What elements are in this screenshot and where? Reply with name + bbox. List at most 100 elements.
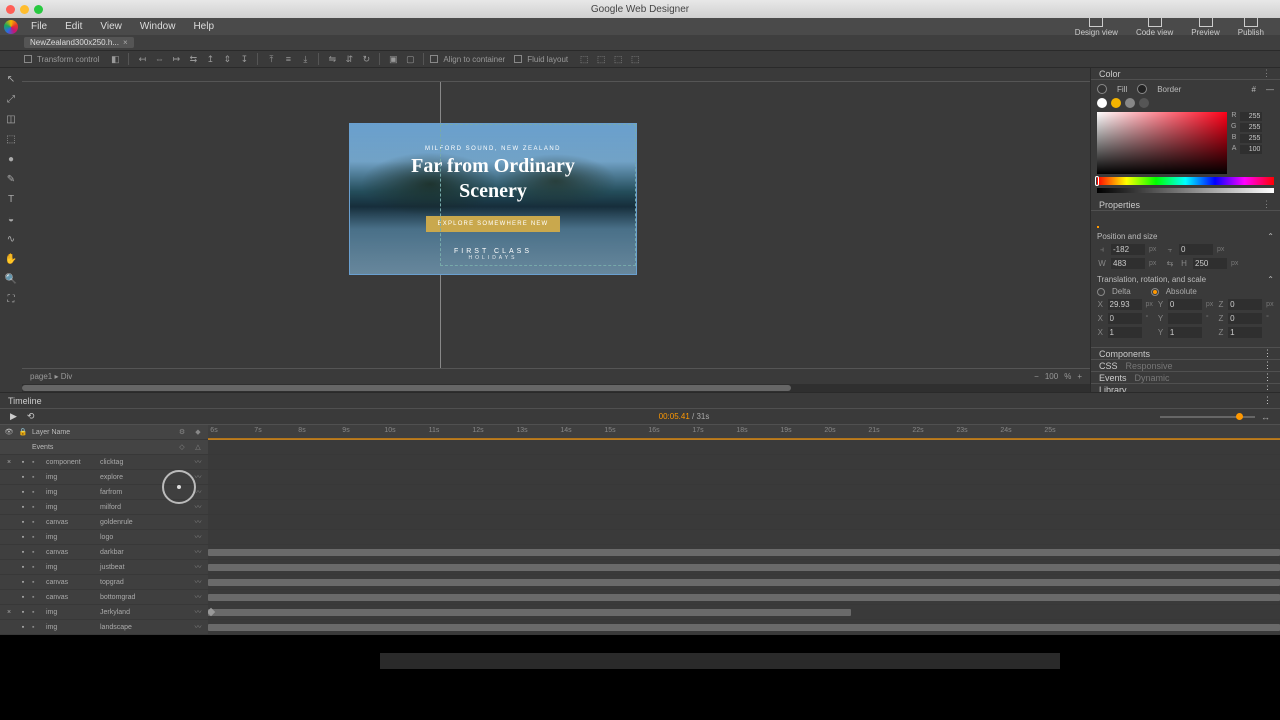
layer-row[interactable]: ▪▪canvasgoldenrule〰 xyxy=(0,515,208,530)
close-window-icon[interactable] xyxy=(6,5,15,14)
b-input[interactable] xyxy=(1240,134,1262,143)
align-right-icon[interactable]: ↦ xyxy=(169,53,183,65)
publish-button[interactable]: Publish xyxy=(1238,17,1264,37)
lock-toggle-icon[interactable]: ▪ xyxy=(32,459,42,466)
easing-icon[interactable]: 〰 xyxy=(192,532,204,542)
lock-toggle-icon[interactable]: ▪ xyxy=(32,624,42,631)
track-row[interactable] xyxy=(208,620,1280,635)
bring-front-icon[interactable]: ▣ xyxy=(386,53,400,65)
g-input[interactable] xyxy=(1240,123,1262,132)
easing-icon[interactable]: 〰 xyxy=(192,457,204,467)
properties-header[interactable]: Properties⋮ xyxy=(1091,199,1280,211)
menu-help[interactable]: Help xyxy=(184,18,223,35)
height-input[interactable] xyxy=(1193,258,1227,269)
sz-input[interactable] xyxy=(1228,327,1262,338)
rx-input[interactable] xyxy=(1108,313,1142,324)
color-panel-header[interactable]: Color⋮ xyxy=(1091,68,1280,80)
r-input[interactable] xyxy=(1240,112,1262,121)
canvas[interactable]: MILFORD SOUND, NEW ZEALAND Far from Ordi… xyxy=(22,82,1090,368)
traffic-lights[interactable] xyxy=(6,5,43,14)
timeline-more-icon[interactable]: ⋮ xyxy=(1263,395,1272,406)
distribute-h-icon[interactable]: ⇆ xyxy=(186,53,200,65)
element-tool-icon[interactable]: ◫ xyxy=(4,112,18,126)
lock-toggle-icon[interactable]: ▪ xyxy=(32,474,42,481)
visibility-toggle-icon[interactable]: ▪ xyxy=(18,489,28,496)
visibility-icon[interactable]: 👁 xyxy=(4,428,14,436)
fill-tool-icon[interactable]: ◒ xyxy=(4,212,18,226)
layer-row[interactable]: ▪▪canvasbottomgrad〰 xyxy=(0,590,208,605)
events-track[interactable] xyxy=(208,440,1280,455)
sx-input[interactable] xyxy=(1108,327,1142,338)
visibility-toggle-icon[interactable]: ▪ xyxy=(18,474,28,481)
layer-row[interactable]: ▪▪imgexplore〰 xyxy=(0,470,208,485)
design-view-button[interactable]: Design view xyxy=(1075,17,1118,37)
linear-grad-icon[interactable] xyxy=(1111,98,1121,108)
lock-toggle-icon[interactable]: ▪ xyxy=(32,564,42,571)
easing-icon[interactable]: 〰 xyxy=(192,547,204,557)
shape-tool-icon[interactable]: ● xyxy=(4,152,18,166)
hex-value[interactable]: — xyxy=(1266,85,1274,94)
layer-row[interactable]: ×▪▪imgJerkyland〰 xyxy=(0,605,208,620)
zoom-in-button[interactable]: + xyxy=(1077,372,1082,381)
responsive-icon-1[interactable]: ⬚ xyxy=(577,53,591,65)
visibility-toggle-icon[interactable]: ▪ xyxy=(18,609,28,616)
document-tab[interactable]: NewZealand300x250.h... × xyxy=(24,37,134,48)
fluid-checkbox[interactable] xyxy=(514,55,522,63)
visibility-toggle-icon[interactable]: ▪ xyxy=(18,594,28,601)
rz-input[interactable] xyxy=(1228,313,1262,324)
track-row[interactable] xyxy=(208,530,1280,545)
pen-tool-icon[interactable]: ✎ xyxy=(4,172,18,186)
layer-row[interactable]: ▪▪canvasdarkbar〰 xyxy=(0,545,208,560)
menu-window[interactable]: Window xyxy=(131,18,185,35)
dist-bot-icon[interactable]: ⤓ xyxy=(298,53,312,65)
lock-toggle-icon[interactable]: ▪ xyxy=(32,579,42,586)
zoom-handle[interactable] xyxy=(1236,413,1243,420)
transform-checkbox[interactable] xyxy=(24,55,32,63)
ty-input[interactable] xyxy=(1168,299,1202,310)
timeline-ruler[interactable]: 6s7s8s9s10s11s12s13s14s15s16s17s18s19s20… xyxy=(208,425,1280,440)
keyframe-header-icon[interactable]: ◆ xyxy=(192,428,204,436)
layer-row[interactable]: ▪▪imglogo〰 xyxy=(0,530,208,545)
collapse-icon[interactable]: ⌃ xyxy=(1267,232,1274,241)
align-left-icon[interactable]: ↤ xyxy=(135,53,149,65)
crop-icon[interactable]: ◧ xyxy=(108,53,122,65)
track-row[interactable] xyxy=(208,500,1280,515)
lock-icon[interactable]: 🔒 xyxy=(18,428,28,436)
menu-view[interactable]: View xyxy=(91,18,131,35)
radial-grad-icon[interactable] xyxy=(1125,98,1135,108)
tab-close-icon[interactable]: × xyxy=(123,38,128,47)
zoom-out-button[interactable]: − xyxy=(1034,372,1039,381)
rotate-cw-icon[interactable]: ↻ xyxy=(359,53,373,65)
easing-icon[interactable]: 〰 xyxy=(192,622,204,632)
motion-path-tool-icon[interactable]: ∿ xyxy=(4,232,18,246)
collapse-icon[interactable]: ⌃ xyxy=(1267,275,1274,284)
layer-row[interactable]: ▪▪imglandscape〰 xyxy=(0,620,208,635)
layer-row[interactable]: ▪▪imgfarfrom〰 xyxy=(0,485,208,500)
lock-toggle-icon[interactable]: ▪ xyxy=(32,534,42,541)
timeline-zoom-slider[interactable] xyxy=(1160,416,1255,418)
timeline-tracks[interactable]: 6s7s8s9s10s11s12s13s14s15s16s17s18s19s20… xyxy=(208,425,1280,635)
properties-tab[interactable] xyxy=(1097,215,1099,228)
breadcrumb-element[interactable]: Div xyxy=(61,372,73,381)
selection-tool-icon[interactable]: ↖ xyxy=(4,72,18,86)
layer-row[interactable]: ▪▪imgjustbeat〰 xyxy=(0,560,208,575)
layer-row[interactable]: ▪▪canvastopgrad〰 xyxy=(0,575,208,590)
transform-tool-icon[interactable]: ⤢ xyxy=(4,92,18,106)
track-row[interactable] xyxy=(208,545,1280,560)
a-input[interactable] xyxy=(1240,145,1262,154)
track-row[interactable] xyxy=(208,455,1280,470)
zoom-window-icon[interactable] xyxy=(34,5,43,14)
saturation-value-picker[interactable] xyxy=(1097,112,1227,174)
more-icon[interactable]: ⋮ xyxy=(1262,199,1272,210)
ry-input[interactable] xyxy=(1168,313,1202,324)
track-row[interactable] xyxy=(208,560,1280,575)
dist-top-icon[interactable]: ⤒ xyxy=(264,53,278,65)
track-row[interactable] xyxy=(208,515,1280,530)
zoom-tool-icon[interactable]: 🔍 xyxy=(4,272,18,286)
flip-v-icon[interactable]: ⇵ xyxy=(342,53,356,65)
layer-row[interactable]: ▪▪imgmilford〰 xyxy=(0,500,208,515)
tag-tool-icon[interactable]: ⬚ xyxy=(4,132,18,146)
send-back-icon[interactable]: ▢ xyxy=(403,53,417,65)
easing-icon[interactable]: 〰 xyxy=(192,562,204,572)
flip-h-icon[interactable]: ⇋ xyxy=(325,53,339,65)
